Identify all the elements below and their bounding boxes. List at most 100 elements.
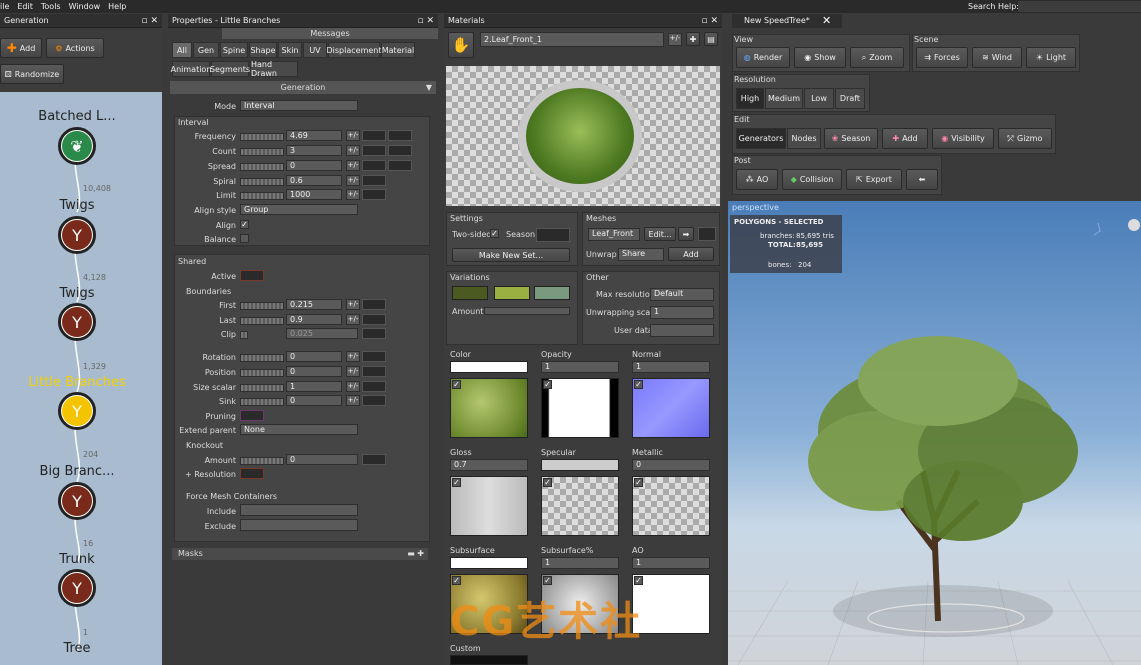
node-twigs-1[interactable]: Y bbox=[58, 216, 96, 254]
max-resolution-select[interactable]: Default bbox=[650, 288, 714, 301]
node-batched-leaves[interactable]: ❦ bbox=[58, 127, 96, 165]
count-field[interactable]: 3 bbox=[286, 145, 342, 156]
add-button[interactable]: ✚ Add bbox=[0, 38, 42, 58]
limit-plusminus[interactable]: +/- bbox=[346, 189, 360, 200]
generation-section-header[interactable]: Generation ▼ bbox=[170, 81, 436, 94]
sink-plusminus[interactable]: +/- bbox=[346, 395, 360, 406]
menu-tools[interactable]: Tools bbox=[41, 2, 61, 11]
gloss-field[interactable]: 0.7 bbox=[450, 459, 528, 471]
user-data-field[interactable] bbox=[650, 324, 714, 337]
wind-button[interactable]: ≋ Wind bbox=[972, 47, 1022, 68]
align-checkbox[interactable]: ✓ bbox=[240, 220, 249, 229]
sink-slider[interactable] bbox=[240, 398, 284, 406]
metallic-map-checkbox[interactable]: ✓ bbox=[634, 478, 643, 487]
tab-uv[interactable]: UV bbox=[303, 42, 327, 58]
variation-swatch-2[interactable] bbox=[494, 286, 530, 300]
metallic-field[interactable]: 0 bbox=[632, 459, 710, 471]
zoom-button[interactable]: ⌕ Zoom bbox=[850, 47, 904, 68]
tab-shape[interactable]: Shape bbox=[249, 42, 277, 58]
forces-button[interactable]: ⇉ Forces bbox=[916, 47, 968, 68]
first-field[interactable]: 0.215 bbox=[286, 299, 342, 310]
frequency-field[interactable]: 4.69 bbox=[286, 130, 342, 141]
color-map-checkbox[interactable]: ✓ bbox=[452, 380, 461, 389]
add-material-button[interactable]: ✚ bbox=[686, 32, 700, 46]
ao-field[interactable]: 1 bbox=[632, 557, 710, 569]
copy-material-button[interactable]: ▤ bbox=[704, 32, 718, 46]
first-plusminus[interactable]: +/- bbox=[346, 299, 360, 310]
spread-slider[interactable] bbox=[240, 163, 284, 171]
sink-curve[interactable] bbox=[362, 395, 386, 406]
position-slider[interactable] bbox=[240, 369, 284, 377]
last-curve[interactable] bbox=[362, 314, 386, 325]
spiral-field[interactable]: 0.6 bbox=[286, 175, 342, 186]
size-scalar-plusminus[interactable]: +/- bbox=[346, 381, 360, 392]
gloss-map-checkbox[interactable]: ✓ bbox=[452, 478, 461, 487]
resolution-curve[interactable] bbox=[240, 468, 264, 479]
two-sided-checkbox[interactable]: ✓ bbox=[490, 229, 499, 238]
add-generator-button[interactable]: ✚ Add bbox=[882, 128, 928, 149]
resolution-medium[interactable]: Medium bbox=[765, 88, 803, 109]
visibility-button[interactable]: ◉ Visibility bbox=[932, 128, 994, 149]
node-twigs-2[interactable]: Y bbox=[58, 303, 96, 341]
position-field[interactable]: 0 bbox=[286, 366, 342, 377]
menu-help[interactable]: Help bbox=[108, 2, 126, 11]
make-new-set-button[interactable]: Make New Set... bbox=[452, 248, 570, 262]
tab-segments[interactable]: Segments bbox=[210, 61, 250, 77]
search-help-input[interactable] bbox=[1018, 1, 1141, 12]
subsurface-percent-field[interactable]: 1 bbox=[541, 557, 619, 569]
gizmo-button[interactable]: ⤱ Gizmo bbox=[998, 128, 1052, 149]
randomize-button[interactable]: ⚄ Randomize bbox=[0, 64, 64, 84]
balance-checkbox[interactable] bbox=[240, 234, 249, 243]
generators-button[interactable]: Generators bbox=[736, 128, 786, 149]
last-plusminus[interactable]: +/- bbox=[346, 314, 360, 325]
color-swatch[interactable] bbox=[450, 361, 528, 373]
align-style-select[interactable]: Group bbox=[240, 204, 358, 215]
opacity-map-thumbnail[interactable] bbox=[541, 378, 619, 438]
normal-field[interactable]: 1 bbox=[632, 361, 710, 373]
season-button[interactable]: ❀ Season bbox=[824, 128, 878, 149]
gloss-map-thumbnail[interactable] bbox=[450, 476, 528, 536]
clip-curve[interactable] bbox=[362, 328, 386, 339]
color-map-thumbnail[interactable] bbox=[450, 378, 528, 438]
spiral-curve[interactable] bbox=[362, 175, 386, 186]
resolution-high[interactable]: High bbox=[736, 88, 764, 109]
mode-select[interactable]: Interval bbox=[240, 100, 358, 111]
count-slider[interactable] bbox=[240, 148, 284, 156]
spread-curve-2[interactable] bbox=[388, 160, 412, 171]
opacity-field[interactable]: 1 bbox=[541, 361, 619, 373]
limit-curve[interactable] bbox=[362, 189, 386, 200]
node-trunk[interactable]: Y bbox=[58, 569, 96, 607]
exclude-field[interactable] bbox=[240, 519, 358, 531]
material-select[interactable]: 2.Leaf_Front_1 bbox=[480, 32, 664, 47]
tab-hand-drawn[interactable]: Hand Drawn bbox=[250, 60, 298, 78]
rotation-curve[interactable] bbox=[362, 351, 386, 362]
last-slider[interactable] bbox=[240, 317, 284, 325]
pruning-curve[interactable] bbox=[240, 410, 264, 421]
variation-swatch-3[interactable] bbox=[534, 286, 570, 300]
variation-swatch-1[interactable] bbox=[452, 286, 488, 300]
sink-field[interactable]: 0 bbox=[286, 395, 342, 406]
back-button[interactable]: ⬅ bbox=[906, 169, 938, 190]
resolution-low[interactable]: Low bbox=[804, 88, 834, 109]
size-scalar-curve[interactable] bbox=[362, 381, 386, 392]
opacity-map-checkbox[interactable]: ✓ bbox=[543, 380, 552, 389]
limit-field[interactable]: 1000 bbox=[286, 189, 342, 200]
hand-tool-button[interactable]: ✋ bbox=[448, 32, 474, 58]
knockout-amount-slider[interactable] bbox=[240, 457, 284, 465]
spiral-plusminus[interactable]: +/- bbox=[346, 175, 360, 186]
unwrap-select[interactable]: Share bbox=[618, 248, 664, 261]
spread-field[interactable]: 0 bbox=[286, 160, 342, 171]
season-curve[interactable] bbox=[536, 228, 570, 242]
size-scalar-slider[interactable] bbox=[240, 384, 284, 392]
node-big-branches[interactable]: Y bbox=[58, 482, 96, 520]
specular-swatch[interactable] bbox=[541, 459, 619, 471]
active-curve[interactable] bbox=[240, 270, 264, 281]
frequency-plusminus[interactable]: +/- bbox=[346, 130, 360, 141]
count-plusminus[interactable]: +/- bbox=[346, 145, 360, 156]
limit-slider[interactable] bbox=[240, 192, 284, 200]
variation-amount-slider[interactable] bbox=[484, 307, 570, 315]
knockout-amount-field[interactable]: 0 bbox=[286, 454, 358, 465]
clip-field[interactable]: 0.025 bbox=[286, 328, 358, 339]
specular-map-thumbnail[interactable] bbox=[541, 476, 619, 536]
unwrapping-scale-field[interactable]: 1 bbox=[650, 306, 714, 319]
